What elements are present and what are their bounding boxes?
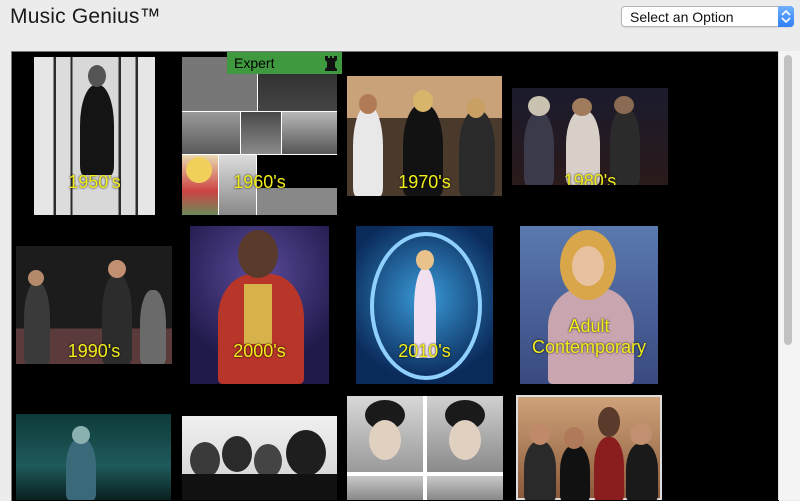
option-select[interactable]: Select an Option <box>621 6 794 27</box>
category-photo <box>516 395 662 500</box>
category-photo <box>520 226 658 384</box>
category-tile-1980s[interactable]: 1980's <box>512 88 668 185</box>
category-tile-1960s[interactable]: 1960's <box>182 57 337 215</box>
category-tile-1990s[interactable]: 1990's <box>16 246 172 364</box>
expert-badge: Expert <box>227 52 342 74</box>
scrollbar-thumb[interactable] <box>784 55 792 345</box>
category-tile-2010s[interactable]: 2010's <box>356 226 493 384</box>
category-label: 1980's <box>563 171 617 185</box>
app-title: Music Genius™ <box>10 5 161 28</box>
category-photo <box>182 416 337 500</box>
category-tile-2000s[interactable]: 2000's <box>190 226 329 384</box>
category-tile-adult-contemporary[interactable]: Adult Contemporary <box>520 226 658 384</box>
category-tile-1950s[interactable]: 1950's <box>34 57 155 215</box>
category-label: 1950's <box>68 172 121 192</box>
category-photo <box>16 414 171 500</box>
category-label: 1970's <box>398 172 451 192</box>
select-arrows-icon <box>778 6 794 27</box>
expert-badge-label: Expert <box>234 55 275 71</box>
category-tile-1970s[interactable]: 1970's <box>347 76 502 196</box>
category-tile-row3-1[interactable] <box>16 414 171 500</box>
option-select-value: Select an Option <box>630 9 734 25</box>
category-label: 1960's <box>233 172 286 192</box>
category-tile-row3-3[interactable] <box>347 396 503 500</box>
category-label: 1990's <box>67 341 121 361</box>
category-tile-row3-4[interactable] <box>516 395 662 500</box>
category-label: 2000's <box>233 341 286 361</box>
category-label: 2010's <box>398 341 451 361</box>
vertical-scrollbar[interactable] <box>778 51 800 500</box>
category-tile-row3-2[interactable] <box>182 416 337 500</box>
category-photo <box>347 396 503 500</box>
rook-icon <box>324 55 338 77</box>
category-label: Adult Contemporary <box>531 316 647 357</box>
